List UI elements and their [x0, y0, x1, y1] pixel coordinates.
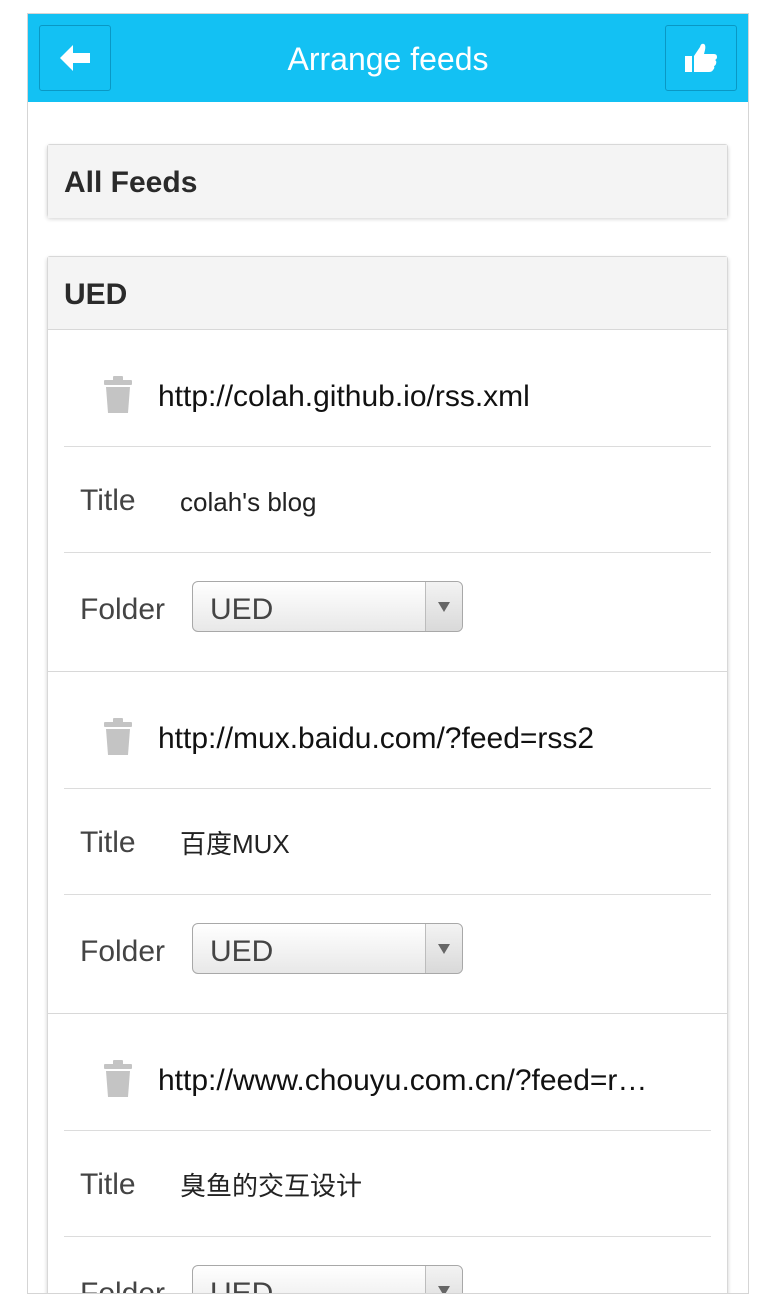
- trash-icon[interactable]: [104, 718, 132, 756]
- feed-title-field[interactable]: 百度MUX: [180, 789, 290, 899]
- group-panel: UED http://colah.github.io/rss.xml Title…: [47, 256, 728, 1294]
- title-label: Title: [80, 826, 136, 859]
- thumbs-up-icon: [685, 43, 717, 72]
- chevron-down-icon: [438, 601, 450, 612]
- feed-folder-row: Folder UED: [64, 553, 711, 671]
- feed-folder-row: Folder UED: [64, 895, 711, 1013]
- all-feeds-label: All Feeds: [48, 145, 727, 218]
- feed-item: http://www.chouyu.com.cn/?feed=r… Title …: [48, 1014, 727, 1294]
- folder-select[interactable]: UED: [192, 581, 463, 632]
- feed-item: http://mux.baidu.com/?feed=rss2 Title 百度…: [48, 672, 727, 1014]
- trash-icon[interactable]: [104, 376, 132, 414]
- feed-url: http://colah.github.io/rss.xml: [158, 380, 530, 413]
- group-name[interactable]: UED: [48, 257, 727, 330]
- folder-select[interactable]: UED: [192, 923, 463, 974]
- chevron-down-icon: [438, 943, 450, 954]
- title-label: Title: [80, 1168, 136, 1201]
- app-screen: Arrange feeds All Feeds UED http://colah…: [27, 13, 749, 1294]
- feed-title-row: Title 百度MUX: [64, 789, 711, 895]
- feed-url-row: http://mux.baidu.com/?feed=rss2: [64, 672, 711, 789]
- feed-url: http://www.chouyu.com.cn/?feed=r…: [158, 1064, 648, 1097]
- chevron-down-icon: [438, 1285, 450, 1293]
- folder-select-value: UED: [210, 1277, 274, 1294]
- page-title: Arrange feeds: [287, 41, 489, 77]
- feed-title-row: Title colah's blog: [64, 447, 711, 553]
- trash-icon[interactable]: [104, 1060, 132, 1098]
- feed-url-row: http://colah.github.io/rss.xml: [64, 330, 711, 447]
- folder-label: Folder: [80, 1277, 166, 1294]
- folder-select-value: UED: [210, 935, 274, 968]
- like-button[interactable]: [665, 25, 737, 91]
- all-feeds-panel[interactable]: All Feeds: [47, 144, 728, 218]
- feed-folder-row: Folder UED: [64, 1237, 711, 1294]
- feed-title-row: Title 臭鱼的交互设计: [64, 1131, 711, 1237]
- folder-select[interactable]: UED: [192, 1265, 463, 1294]
- folder-label: Folder: [80, 593, 166, 626]
- folder-label: Folder: [80, 935, 166, 968]
- feed-item: http://colah.github.io/rss.xml Title col…: [48, 330, 727, 672]
- top-bar: Arrange feeds: [28, 14, 748, 102]
- feed-url-row: http://www.chouyu.com.cn/?feed=r…: [64, 1014, 711, 1131]
- folder-select-value: UED: [210, 593, 274, 626]
- feed-title-field[interactable]: colah's blog: [180, 447, 317, 557]
- feed-url: http://mux.baidu.com/?feed=rss2: [158, 722, 595, 755]
- feed-title-field[interactable]: 臭鱼的交互设计: [180, 1131, 362, 1241]
- title-label: Title: [80, 484, 136, 517]
